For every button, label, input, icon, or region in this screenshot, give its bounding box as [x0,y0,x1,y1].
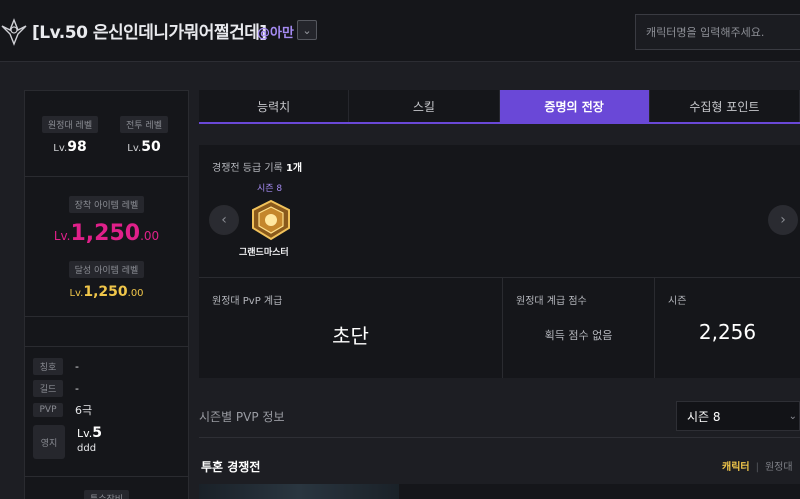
expedition-level: 원정대 레벨 Lv.98 [35,113,105,155]
pvp-row: PVP 6극 [33,399,180,421]
decimal: .00 [127,288,144,299]
grade-label: 원정대 PvP 계급 [212,296,283,307]
season-pvp-title: 시즌별 PVP 정보 [199,410,285,424]
achieved-item-level-value: 1,250 [83,284,128,300]
search-box [635,14,800,50]
tab-proving-grounds[interactable]: 증명의 전장 [499,90,650,122]
expedition-pvp-grade: 원정대 PvP 계급 초단 [199,278,503,378]
season-stat: 시즌 2,256 [655,278,800,378]
estate-name: ddd [77,443,97,454]
rank-record-text: 경쟁전 등급 기록 [212,163,283,174]
achieved-item-level: Lv.1,250.00 [25,284,188,300]
expedition-level-value: 98 [67,139,87,155]
spacer [25,317,188,347]
estate-level: Lv.5 [77,425,102,441]
score-label: 원정대 계급 점수 [516,296,587,307]
duel-tab-character[interactable]: 캐릭터 [722,462,750,473]
chevron-right-icon: › [780,212,786,228]
expedition-grade-score: 원정대 계급 점수 획득 점수 없음 [503,278,655,378]
chevron-down-icon: ⌄ [788,410,797,422]
season-select-value: 시즌 8 [687,409,721,424]
header: [Lv.50 은신인데니가뭐어쩔건데] @아만 ⌄ [0,0,800,62]
combat-level-value: 50 [141,139,161,155]
title-value: - [75,359,79,373]
character-title: [Lv.50 은신인데니가뭐어쩔건데] [32,23,267,43]
badge-season: 시즌 8 [257,184,283,194]
special-equipment-label: 특수장비 [83,490,130,499]
pvp-label: PVP [33,403,63,417]
season-select[interactable]: 시즌 8 ⌄ [676,401,800,431]
duel-tab-expedition[interactable]: 원정대 [765,462,793,473]
season-value: 2,256 [698,320,757,344]
score-value: 획득 점수 없음 [544,329,613,342]
tab-skills[interactable]: 스킬 [349,90,500,122]
level-prefix: Lv. [53,143,68,154]
level-prefix: Lv. [69,288,84,299]
badge-name: 그랜드마스터 [239,248,289,258]
equipped-item-level: Lv.1,250.00 [25,221,188,246]
duel-content [199,484,800,499]
item-level-block: 장착 아이템 레벨 Lv.1,250.00 달성 아이템 레벨 Lv.1,250… [25,177,188,317]
rank-record-label: 경쟁전 등급 기록 1개 [212,159,302,174]
lostark-logo-icon[interactable] [0,12,28,48]
grade-value: 초단 [332,324,369,348]
estate-row: 영지 Lv.5 ddd [33,425,180,459]
tab-collectibles[interactable]: 수집형 포인트 [650,90,800,122]
rank-record-count: 1개 [285,163,303,174]
level-prefix: Lv. [53,229,71,243]
character-info-block: 칭호 - 길드 - PVP 6극 영지 Lv.5 ddd [25,347,188,477]
character-dropdown-button[interactable]: ⌄ [297,20,317,40]
chevron-down-icon: ⌄ [302,23,312,37]
title-label: 칭호 [33,357,63,375]
guild-row: 길드 - [33,377,180,399]
proving-grounds-card: 경쟁전 등급 기록 1개 ‹ › 시즌 8 그랜드마스터 원정대 PvP 계급 … [199,145,800,378]
next-arrow-button[interactable]: › [768,205,798,235]
equipped-item-level-label: 장착 아이템 레벨 [68,196,145,213]
tab-separator: | [755,462,759,473]
chevron-left-icon: ‹ [221,212,227,228]
profile-tabs: 능력치 스킬 증명의 전장 수집형 포인트 [199,90,800,124]
level-prefix: Lv. [77,427,93,440]
special-equipment: 특수장비 [25,477,188,499]
tab-stats[interactable]: 능력치 [199,90,350,122]
achieved-item-level-label: 달성 아이템 레벨 [68,261,145,278]
combat-level-label: 전투 레벨 [120,116,168,133]
duel-title: 투혼 경쟁전 [201,460,261,474]
server-name: @아만 [257,26,294,41]
prev-arrow-button[interactable]: ‹ [209,205,239,235]
divider [199,437,800,438]
title-row: 칭호 - [33,355,180,377]
estate-level-value: 5 [92,425,103,441]
level-prefix: Lv. [127,143,142,154]
guild-label: 길드 [33,379,63,397]
pvp-value: 6극 [75,404,93,417]
level-row: 원정대 레벨 Lv.98 전투 레벨 Lv.50 [25,91,188,177]
season-label: 시즌 [668,296,687,307]
profile-panel: 원정대 레벨 Lv.98 전투 레벨 Lv.50 장착 아이템 레벨 Lv.1,… [24,90,189,499]
estate-label: 영지 [33,425,65,459]
duel-banner-image [199,484,399,499]
expedition-level-label: 원정대 레벨 [41,116,99,133]
combat-level: 전투 레벨 Lv.50 [109,113,179,155]
character-search-input[interactable] [636,15,800,49]
duel-tabs: 캐릭터 | 원정대 [722,458,793,473]
equipped-item-level-value: 1,250 [70,221,141,246]
grandmaster-badge-icon [252,199,290,241]
decimal: .00 [140,229,160,243]
guild-value: - [75,381,79,395]
